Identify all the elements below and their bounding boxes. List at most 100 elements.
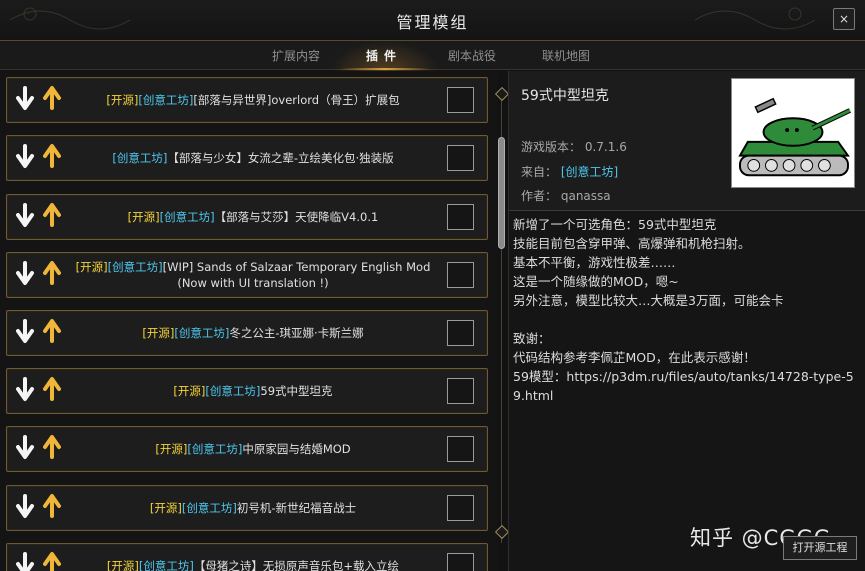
mod-tag-wrapper: [开源] [142, 326, 175, 340]
mod-title: 59式中型坦克 [521, 88, 609, 104]
mod-name: [创意工坊]【部落与少女】女流之辈-立绘美化包·独装版 [69, 136, 437, 180]
mod-enable-checkbox[interactable] [447, 204, 474, 230]
mod-tag-wrapper: [开源] [75, 260, 108, 274]
mod-source-value: [创意工坊] [560, 165, 619, 179]
mod-tag: 开源 [80, 260, 104, 274]
mod-tag-wrapper: [创意工坊] [112, 151, 168, 165]
mod-title-text: [部落与异世界]overlord（骨王）扩展包 [193, 93, 400, 107]
move-down-arrow-icon[interactable] [15, 144, 35, 170]
mod-row[interactable]: [开源][创意工坊]59式中型坦克 [6, 368, 488, 414]
mod-name: [开源][创意工坊]59式中型坦克 [69, 369, 437, 413]
description-line: 另外注意，模型比较大…大概是3万面，可能会卡 [513, 293, 784, 308]
move-down-arrow-icon[interactable] [15, 319, 35, 345]
mod-tag: 开源 [132, 210, 156, 224]
mod-row[interactable]: [开源][创意工坊]中原家园与结婚MOD [6, 426, 488, 472]
scroll-bottom-diamond-icon [494, 524, 510, 540]
tab-campaigns[interactable]: 剧本战役 [448, 47, 496, 64]
scrollbar[interactable] [494, 85, 510, 545]
mod-name: [开源][创意工坊][WIP] Sands of Salzaar Tempora… [69, 253, 437, 297]
mod-enable-checkbox[interactable] [447, 320, 474, 346]
close-button[interactable]: × [833, 8, 855, 30]
mod-list: [开源][创意工坊][部落与异世界]overlord（骨王）扩展包 [创意工坊]【… [0, 71, 497, 571]
move-down-arrow-icon[interactable] [15, 86, 35, 112]
move-down-arrow-icon[interactable] [15, 261, 35, 287]
mod-enable-checkbox[interactable] [447, 495, 474, 521]
mod-row[interactable]: [创意工坊]【部落与少女】女流之辈-立绘美化包·独装版 [6, 135, 488, 181]
mod-author-value: qanassa [560, 189, 611, 203]
mod-description: 新增了一个可选角色：59式中型坦克 技能目前包含穿甲弹、高爆弹和机枪扫射。 基本不平… [513, 215, 858, 405]
move-up-arrow-icon[interactable] [42, 433, 62, 459]
mod-enable-checkbox[interactable] [447, 378, 474, 404]
move-up-arrow-icon[interactable] [42, 550, 62, 571]
tab-online-maps[interactable]: 联机地图 [542, 47, 590, 64]
move-up-arrow-icon[interactable] [42, 259, 62, 285]
mod-enable-checkbox[interactable] [447, 145, 474, 171]
mod-row[interactable]: [开源][创意工坊][部落与异世界]overlord（骨王）扩展包 [6, 77, 488, 123]
ornament-left-icon [9, 7, 131, 30]
mod-tag-wrapper: [开源] [127, 210, 160, 224]
mod-row[interactable]: [开源][创意工坊]初号机-新世纪福音战士 [6, 485, 488, 531]
move-down-arrow-icon[interactable] [15, 494, 35, 520]
mod-tag-wrapper: [开源] [106, 93, 139, 107]
mod-tag-wrapper: [创意工坊] [205, 384, 261, 398]
move-up-arrow-icon[interactable] [42, 142, 62, 168]
mod-enable-checkbox[interactable] [447, 87, 474, 113]
mod-row[interactable]: [开源][创意工坊]冬之公主-琪亚娜·卡斯兰娜 [6, 310, 488, 356]
mod-row[interactable]: [开源][创意工坊][WIP] Sands of Salzaar Tempora… [6, 252, 488, 298]
mod-tag-wrapper: [开源] [155, 442, 188, 456]
mod-tag: 创意工坊 [178, 326, 225, 340]
mod-row[interactable]: [开源][创意工坊]【母猪之诗】无损原声音乐包+载入立绘 [6, 543, 488, 571]
mod-row[interactable]: [开源][创意工坊]【部落与艾莎】天使降临V4.0.1 [6, 194, 488, 240]
mod-tag: 开源 [146, 326, 170, 340]
mod-enable-checkbox[interactable] [447, 262, 474, 288]
mod-author: 作者： qanassa [521, 187, 611, 204]
description-line: 技能目前包含穿甲弹、高爆弹和机枪扫射。 [513, 236, 751, 251]
move-down-arrow-icon[interactable] [15, 203, 35, 229]
mod-source: 来自： [创意工坊] [521, 163, 618, 180]
mod-name: [开源][创意工坊]【母猪之诗】无损原声音乐包+载入立绘 [69, 544, 437, 571]
open-source-project-button[interactable]: 打开源工程 [783, 536, 857, 560]
tab-plugins[interactable]: 插件 [366, 47, 402, 64]
mod-tag: 创意工坊 [186, 501, 233, 515]
mod-author-label: 作者： [521, 189, 558, 203]
mod-tag: 开源 [111, 559, 135, 571]
move-down-arrow-icon[interactable] [15, 377, 35, 403]
mod-tag-wrapper: [开源] [106, 559, 139, 571]
mod-detail-panel: 59式中型坦克 游戏版本： 0.7.1.6 来自： [创意工坊] 作者： qan… [508, 71, 865, 571]
description-line: 基本不平衡，游戏性极差…… [513, 255, 676, 270]
scroll-top-diamond-icon [494, 86, 510, 102]
description-line [513, 310, 858, 329]
mod-title-text: 59式中型坦克 [260, 384, 333, 398]
mod-name: [开源][创意工坊]中原家园与结婚MOD [69, 427, 437, 471]
move-up-arrow-icon[interactable] [42, 375, 62, 401]
mod-tag-wrapper: [创意工坊] [138, 93, 194, 107]
window-title: 管理模组 [396, 13, 469, 32]
mod-tag: 开源 [177, 384, 201, 398]
game-version-label: 游戏版本： [521, 140, 582, 154]
mod-tag: 创意工坊 [143, 559, 190, 571]
mod-tag: 开源 [110, 93, 134, 107]
description-line: 代码结构参考李佩芷MOD，在此表示感谢！ [513, 350, 756, 365]
ornament-right-icon [694, 7, 816, 30]
move-up-arrow-icon[interactable] [42, 492, 62, 518]
scroll-thumb[interactable] [498, 137, 505, 249]
mod-tag: 开源 [159, 442, 183, 456]
move-up-arrow-icon[interactable] [42, 317, 62, 343]
mod-tag-wrapper: [开源] [149, 501, 182, 515]
move-up-arrow-icon[interactable] [42, 84, 62, 110]
detail-header: 59式中型坦克 游戏版本： 0.7.1.6 来自： [创意工坊] 作者： qan… [509, 71, 865, 211]
mod-tag-wrapper: [开源] [173, 384, 206, 398]
move-up-arrow-icon[interactable] [42, 201, 62, 227]
mod-tag: 创意工坊 [142, 93, 189, 107]
mod-enable-checkbox[interactable] [447, 553, 474, 571]
description-line: 59模型：https://p3dm.ru/files/auto/tanks/14… [513, 369, 854, 403]
tab-extensions[interactable]: 扩展内容 [272, 47, 320, 64]
mod-enable-checkbox[interactable] [447, 436, 474, 462]
active-tab-indicator [340, 68, 430, 70]
move-down-arrow-icon[interactable] [15, 435, 35, 461]
mod-tag-wrapper: [创意工坊] [187, 442, 243, 456]
mod-title-text: [WIP] Sands of Salzaar Temporary English… [162, 260, 431, 290]
game-version-value: 0.7.1.6 [584, 140, 627, 154]
move-down-arrow-icon[interactable] [15, 552, 35, 571]
description-line: 致谢： [513, 331, 551, 346]
